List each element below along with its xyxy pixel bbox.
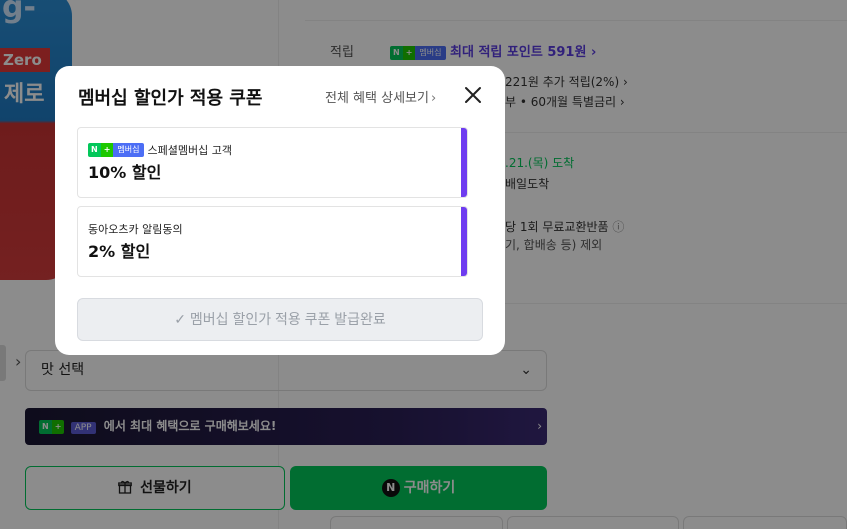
plus-icon: +: [100, 143, 114, 157]
coupon-condition: 동아오츠카 알림동의: [88, 221, 183, 237]
coupon-discount: 2% 할인: [88, 242, 151, 261]
coupon-card: N + 멤버십 스페셜멤버십 고객 10% 할인: [77, 127, 468, 198]
naver-n-icon: N: [88, 143, 101, 157]
coupon-condition-text: 스페셜멤버십 고객: [147, 144, 232, 157]
coupon-issued-label: 멤버십 할인가 적용 쿠폰 발급완료: [189, 311, 386, 327]
coupon-accent-bar: [461, 128, 467, 197]
all-benefits-link[interactable]: 전체 혜택 상세보기 ›: [325, 87, 436, 106]
modal-title: 멤버십 할인가 적용 쿠폰: [78, 88, 263, 109]
npay-membership-badge: N + 멤버십: [88, 143, 144, 157]
chevron-right-icon: ›: [430, 91, 437, 106]
coupon-card: 동아오츠카 알림동의 2% 할인: [77, 206, 468, 277]
coupon-condition-text: 동아오츠카 알림동의: [88, 223, 183, 236]
check-icon: ✓: [174, 311, 186, 327]
coupon-discount: 10% 할인: [88, 163, 162, 182]
membership-label: 멤버십: [113, 143, 144, 157]
coupon-accent-bar: [461, 207, 467, 276]
all-benefits-label: 전체 혜택 상세보기: [325, 91, 429, 106]
coupon-condition: N + 멤버십 스페셜멤버십 고객: [88, 142, 232, 158]
coupon-modal: 멤버십 할인가 적용 쿠폰 전체 혜택 상세보기 › N + 멤버십 스페셜멤버십 고…: [55, 66, 505, 355]
coupon-issued-button[interactable]: ✓ 멤버십 할인가 적용 쿠폰 발급완료: [77, 298, 483, 341]
close-icon[interactable]: [461, 83, 485, 107]
